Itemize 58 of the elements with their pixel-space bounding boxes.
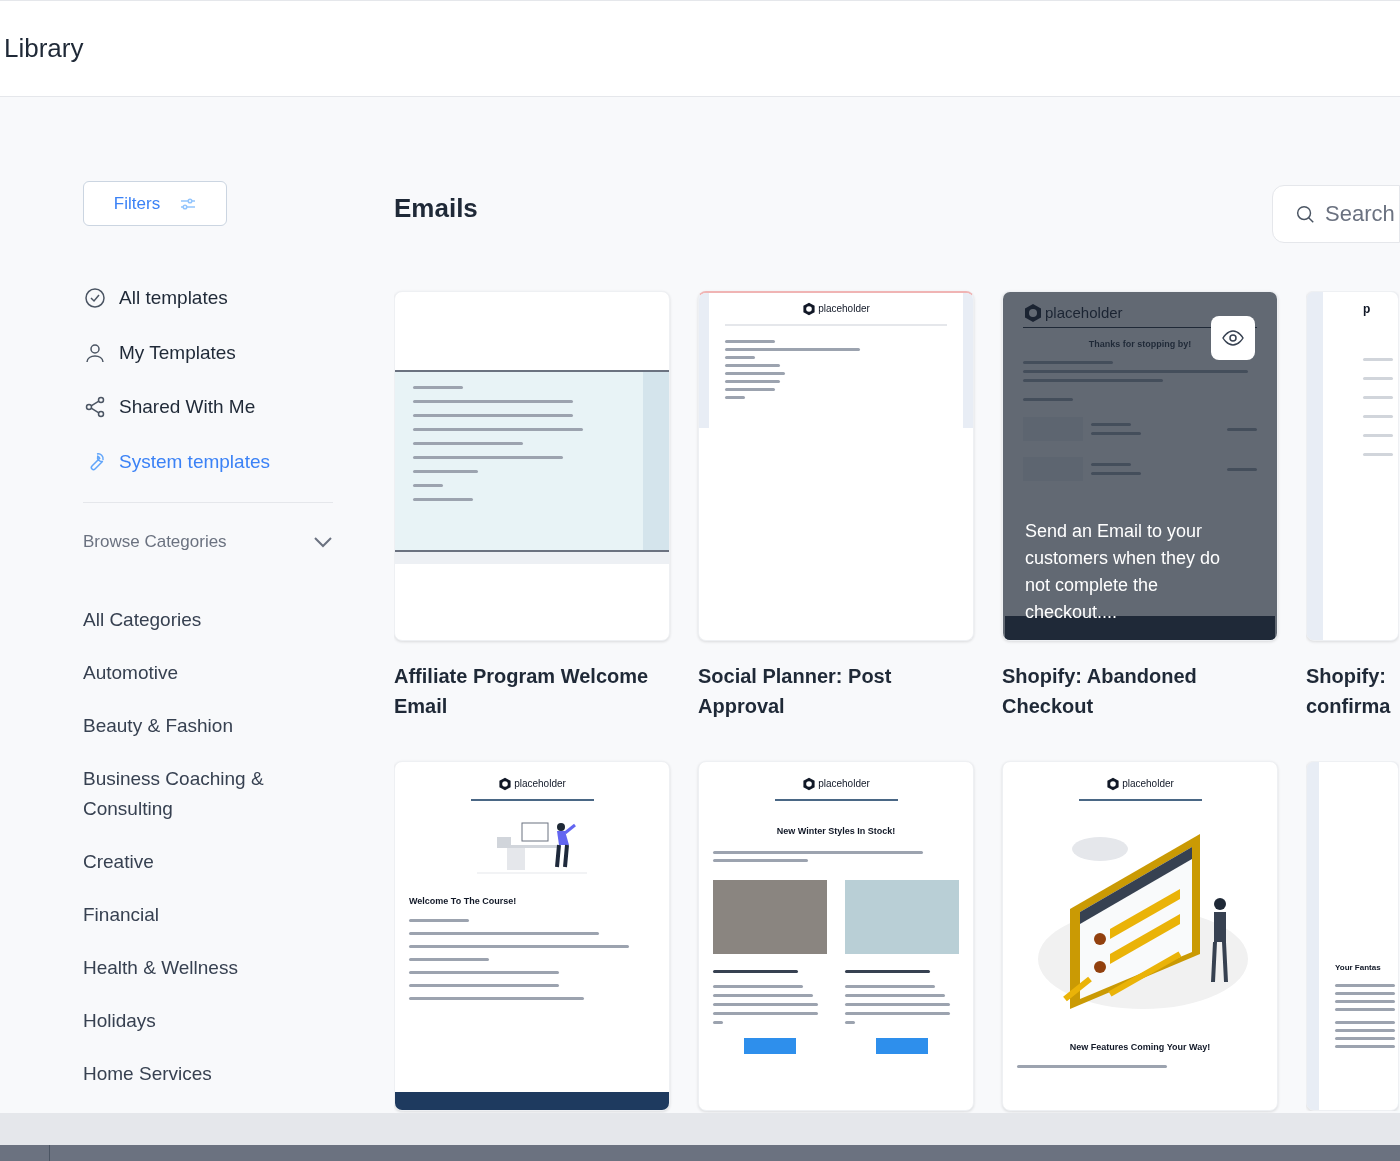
nav-item[interactable]: System templates [83,447,333,476]
template-title: Shopify: confirma [1306,664,1392,719]
logo-icon [1106,776,1121,791]
eye-icon [1222,330,1244,346]
email-preview[interactable]: placeholder Thanks for stopping by! Send an Email to your customers when they do not complete the checkout.... [1002,291,1278,641]
email-preview[interactable]: placeholder Welcome To The Course! [394,761,670,1111]
nav-item[interactable]: My Templates [83,338,333,367]
nav-item[interactable]: Shared With Me [83,393,333,422]
template-description: Send an Email to your customers when they do not complete the checkout.... [1025,520,1222,624]
logo-icon [802,301,817,316]
email-preview[interactable] [394,291,670,641]
preview-heading: Your Fantas [1335,962,1382,974]
section-title: Emails [394,192,478,225]
logo-text: placeholder [818,777,870,791]
preview-button[interactable] [1211,316,1255,360]
logo-icon [498,776,513,791]
email-preview[interactable]: placeholder New Features Coming Your Way! [1002,761,1278,1111]
page-title: Library [4,32,84,65]
template-title: Shopify: Abandoned Checkout [1002,664,1198,719]
template-title: Social Planner: Post Approval [698,664,893,719]
category-link[interactable]: Automotive [83,657,313,688]
template-title: Affiliate Program Welcome Email [394,664,650,719]
preview-heading: New Features Coming Your Way! [1068,1041,1212,1054]
nav-item[interactable]: All templates [83,284,333,313]
logo-text: p [1363,301,1372,318]
logo-text: placeholder [1045,303,1123,323]
search-icon [1294,203,1316,225]
category-link[interactable]: All Categories [83,604,313,635]
category-link[interactable]: Holidays [83,1005,313,1036]
browse-categories-toggle[interactable]: Browse Categories [83,529,333,555]
category-link[interactable]: Home Services [83,1058,313,1089]
preview-heading: Thanks for stopping by! [1087,337,1193,351]
category-link[interactable]: Creative [83,846,313,877]
scrollbar[interactable] [0,1145,1400,1161]
chevron-icon [313,535,333,548]
category-link[interactable]: Beauty & Fashion [83,710,313,741]
logo-text: placeholder [514,777,566,791]
sliders-icon [180,197,197,210]
email-preview[interactable]: Your Fantas [1306,761,1399,1111]
email-preview[interactable]: p [1306,291,1399,641]
category-link[interactable]: Health & Wellness [83,952,313,983]
check-circle-icon [83,286,107,311]
text-lines-drawing [1335,1021,1395,1048]
category-link[interactable]: Business Coaching & Consulting [83,763,313,824]
email-preview[interactable]: placeholder [698,291,974,641]
preview-heading: New Winter Styles In Stock! [775,825,897,838]
shop-button[interactable] [744,1037,796,1054]
category-link[interactable]: Financial [83,899,313,930]
text-lines-drawing [1335,984,1395,1011]
logo-text: placeholder [1122,777,1174,791]
search-field[interactable]: Search [1272,185,1400,243]
shop-button[interactable] [876,1037,928,1054]
logo-text: placeholder [818,302,870,316]
logo-icon [802,776,817,791]
share-icon [83,395,107,420]
preview-heading: Welcome To The Course! [409,895,518,908]
email-preview[interactable]: placeholder New Winter Styles In Stock! [698,761,974,1111]
filters-button[interactable]: Filters [83,181,227,226]
